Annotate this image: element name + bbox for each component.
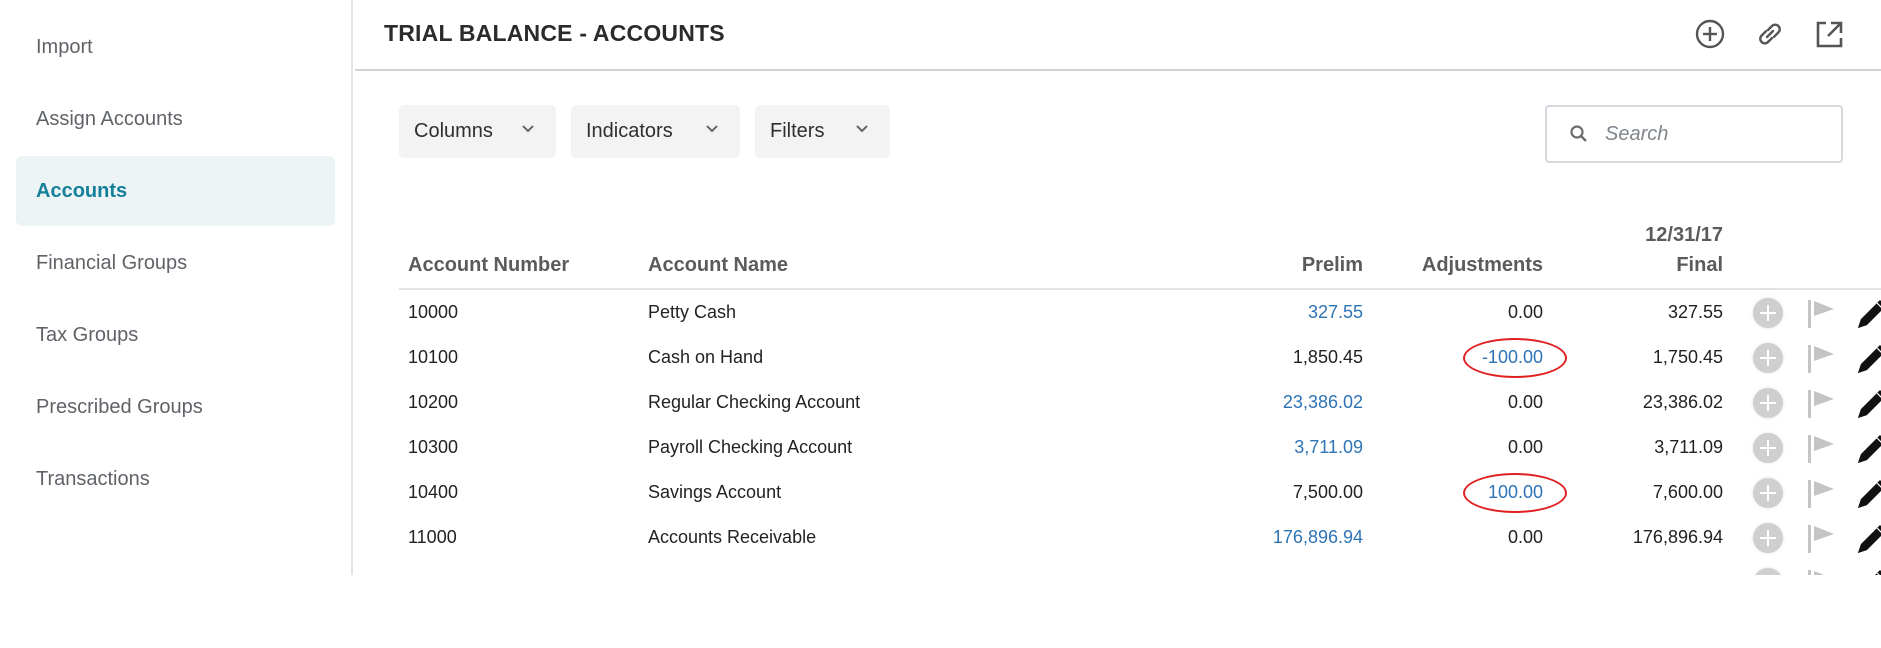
account-number-cell: 10300 bbox=[408, 437, 459, 457]
chevron-down-icon bbox=[522, 125, 534, 133]
final-cell: 1,750.45 bbox=[1652, 347, 1723, 367]
sidebar-item-assign-accounts[interactable]: Assign Accounts bbox=[16, 84, 335, 154]
final-cell: 7,600.00 bbox=[1652, 482, 1723, 502]
flag-icon[interactable] bbox=[1807, 569, 1837, 575]
account-name-cell: Cash on Hand bbox=[648, 347, 764, 367]
flag-icon[interactable] bbox=[1807, 524, 1837, 554]
flag-icon[interactable] bbox=[1807, 434, 1837, 464]
prelim-cell[interactable]: 23,386.02 bbox=[1283, 392, 1363, 413]
add-circle-icon[interactable] bbox=[1753, 523, 1783, 553]
link-icon[interactable] bbox=[1754, 18, 1786, 50]
flag-icon[interactable] bbox=[1807, 479, 1837, 509]
account-name-cell: Regular Checking Account bbox=[648, 392, 861, 412]
final-cell: 327.55 bbox=[1667, 302, 1723, 322]
add-circle-icon[interactable] bbox=[1753, 478, 1783, 508]
account-number-cell: 11000 bbox=[408, 527, 457, 547]
sidebar-item-label: Import bbox=[36, 35, 93, 58]
pencil-icon[interactable] bbox=[1855, 477, 1881, 511]
sidebar-item-financial-groups[interactable]: Financial Groups bbox=[16, 228, 335, 298]
search-icon bbox=[1570, 125, 1587, 142]
pencil-icon[interactable] bbox=[1855, 297, 1881, 331]
page-header: TRIAL BALANCE - ACCOUNTS bbox=[355, 0, 1881, 71]
final-cell: 176,896.94 bbox=[1632, 527, 1723, 547]
sidebar-item-label: Assign Accounts bbox=[36, 107, 183, 130]
prelim-cell[interactable]: 176,896.94 bbox=[1273, 527, 1363, 548]
col-header-final[interactable]: Final bbox=[1676, 254, 1723, 277]
columns-dropdown[interactable]: Columns bbox=[399, 105, 556, 158]
search-box bbox=[1545, 105, 1843, 163]
sidebar-item-tax-groups[interactable]: Tax Groups bbox=[16, 300, 335, 370]
filters-label: Filters bbox=[770, 120, 825, 142]
prelim-cell: 1,850.45 bbox=[1292, 347, 1363, 367]
prelim-cell[interactable]: 3,711.09 bbox=[1294, 437, 1363, 458]
sidebar-item-import[interactable]: Import bbox=[16, 12, 335, 82]
sidebar-item-label: Prescribed Groups bbox=[36, 395, 203, 418]
indicators-dropdown[interactable]: Indicators bbox=[571, 105, 740, 158]
pencil-icon[interactable] bbox=[1855, 342, 1881, 376]
account-number-cell: 10200 bbox=[408, 392, 459, 412]
filters-dropdown[interactable]: Filters bbox=[755, 105, 890, 158]
sidebar-item-accounts[interactable]: Accounts bbox=[16, 156, 335, 226]
adjustments-cell: 0.00 bbox=[1507, 302, 1543, 322]
pencil-icon[interactable] bbox=[1855, 387, 1881, 421]
account-name-cell: Petty Cash bbox=[648, 302, 737, 322]
account-number-cell: 10400 bbox=[408, 482, 459, 502]
pencil-icon[interactable] bbox=[1855, 522, 1881, 556]
col-header-adjustments[interactable]: Adjustments bbox=[1422, 254, 1543, 277]
final-cell: 23,386.02 bbox=[1642, 392, 1723, 412]
adjustments-cell: 0.00 bbox=[1507, 437, 1543, 457]
pencil-icon[interactable] bbox=[1855, 432, 1881, 466]
account-name-cell: Accounts Receivable bbox=[648, 527, 817, 547]
flag-icon[interactable] bbox=[1807, 299, 1837, 329]
columns-label: Columns bbox=[414, 120, 493, 142]
sidebar-item-prescribed-groups[interactable]: Prescribed Groups bbox=[16, 372, 335, 442]
col-header-account-name[interactable]: Account Name bbox=[648, 254, 788, 277]
add-circle-icon[interactable] bbox=[1753, 388, 1783, 418]
sidebar-item-label: Transactions bbox=[36, 467, 150, 490]
col-header-account-number[interactable]: Account Number bbox=[408, 254, 569, 277]
indicators-label: Indicators bbox=[586, 120, 673, 142]
prelim-cell: 7,500.00 bbox=[1292, 482, 1363, 502]
sidebar: Import Assign Accounts Accounts Financial G… bbox=[0, 0, 353, 575]
adjustments-cell: 0.00 bbox=[1507, 392, 1543, 412]
add-circle-icon[interactable] bbox=[1753, 433, 1783, 463]
adjustments-cell[interactable]: -100.00 bbox=[1482, 347, 1543, 368]
page-title: TRIAL BALANCE - ACCOUNTS bbox=[384, 20, 725, 46]
pencil-icon[interactable] bbox=[1855, 567, 1881, 575]
search-input[interactable] bbox=[1605, 117, 1830, 151]
final-cell: 3,711.09 bbox=[1654, 437, 1723, 457]
sidebar-item-transactions[interactable]: Transactions bbox=[16, 444, 335, 514]
account-number-cell: 10000 bbox=[408, 302, 459, 322]
account-name-cell: Savings Account bbox=[648, 482, 782, 502]
add-circle-icon[interactable] bbox=[1694, 18, 1726, 50]
account-number-cell: 10100 bbox=[408, 347, 459, 367]
chevron-down-icon bbox=[856, 125, 868, 133]
add-circle-icon[interactable] bbox=[1753, 343, 1783, 373]
adjustments-cell: 0.00 bbox=[1507, 527, 1543, 547]
external-link-icon[interactable] bbox=[1814, 18, 1846, 50]
prelim-cell[interactable]: 327.55 bbox=[1308, 302, 1363, 323]
account-name-cell: Payroll Checking Account bbox=[648, 437, 853, 457]
app-window: Import Assign Accounts Accounts Financial G… bbox=[0, 0, 1881, 575]
sidebar-item-label: Tax Groups bbox=[36, 323, 139, 346]
add-circle-icon[interactable] bbox=[1753, 568, 1783, 575]
adjustments-cell[interactable]: 100.00 bbox=[1488, 482, 1543, 503]
flag-icon[interactable] bbox=[1807, 389, 1837, 419]
sidebar-item-label: Financial Groups bbox=[36, 251, 188, 274]
flag-icon[interactable] bbox=[1807, 344, 1837, 374]
chevron-down-icon bbox=[706, 125, 718, 133]
sidebar-item-label: Accounts bbox=[36, 179, 128, 202]
table-header-divider bbox=[399, 288, 1881, 290]
col-header-period: 12/31/17 bbox=[1645, 224, 1723, 246]
add-circle-icon[interactable] bbox=[1753, 298, 1783, 328]
col-header-prelim[interactable]: Prelim bbox=[1302, 254, 1363, 277]
